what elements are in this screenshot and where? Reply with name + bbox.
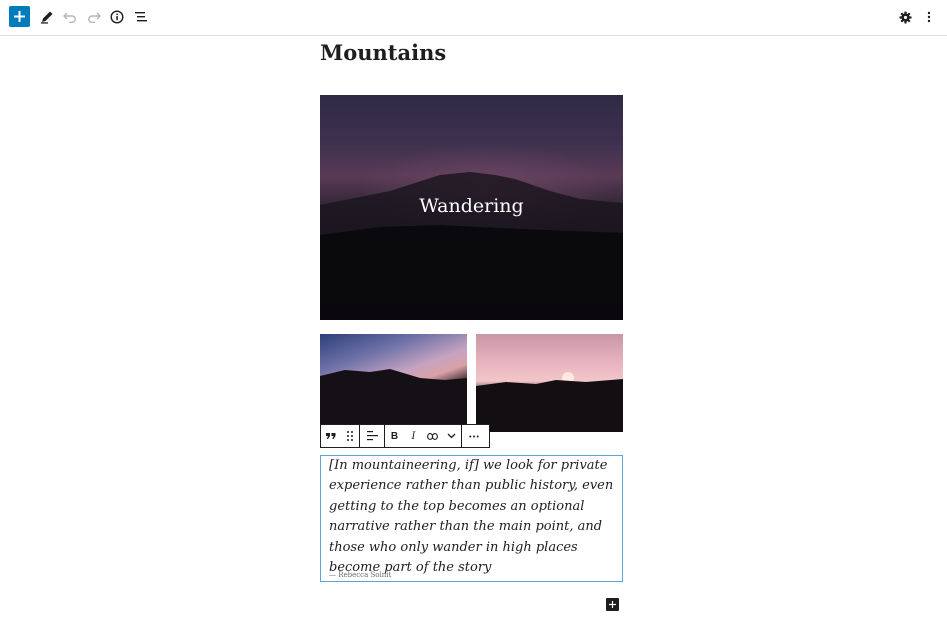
quote-block[interactable]: [In mountaineering, if] we look for priv… <box>320 455 623 582</box>
link-icon <box>427 432 438 440</box>
gear-icon <box>898 10 912 24</box>
italic-icon: I <box>411 430 416 442</box>
drag-handle-button[interactable] <box>340 425 359 447</box>
options-button[interactable] <box>918 6 940 28</box>
quote-text[interactable]: [In mountaineering, if] we look for priv… <box>329 456 614 578</box>
tools-button[interactable] <box>36 6 58 28</box>
options-group <box>462 425 486 447</box>
mountain-silhouette <box>320 369 467 432</box>
redo-button[interactable] <box>83 6 105 28</box>
settings-button[interactable] <box>894 6 916 28</box>
info-icon <box>110 10 124 24</box>
details-button[interactable] <box>106 6 128 28</box>
plus-icon <box>609 601 616 608</box>
bold-icon: B <box>390 430 399 442</box>
quote-icon <box>325 433 335 439</box>
align-button[interactable] <box>360 425 384 447</box>
plus-icon <box>14 11 25 22</box>
undo-button[interactable] <box>59 6 81 28</box>
redo-icon <box>88 12 101 23</box>
gallery-image-1[interactable] <box>320 334 467 432</box>
post-title[interactable]: Mountains <box>320 38 630 68</box>
more-horizontal-icon <box>469 435 479 437</box>
italic-button[interactable]: I <box>404 425 423 447</box>
more-vertical-icon <box>927 11 931 23</box>
block-options-button[interactable] <box>462 425 486 447</box>
bold-button[interactable]: B <box>385 425 404 447</box>
link-button[interactable] <box>423 425 442 447</box>
pencil-icon <box>41 11 53 24</box>
alignment-group <box>360 425 385 447</box>
align-icon <box>366 431 378 441</box>
quote-citation[interactable]: — Rebecca Solnit <box>329 571 391 579</box>
list-view-icon <box>135 12 147 22</box>
drag-handle-icon <box>346 431 353 441</box>
undo-icon <box>63 12 76 23</box>
cover-title[interactable]: Wandering <box>320 195 623 217</box>
block-toolbar: B I <box>320 424 490 448</box>
formatting-group: B I <box>385 425 462 447</box>
list-view-button[interactable] <box>130 6 152 28</box>
mountain-silhouette <box>476 372 623 432</box>
block-inserter-button[interactable] <box>606 598 619 611</box>
add-block-button[interactable] <box>9 6 30 27</box>
block-type-group <box>321 425 360 447</box>
more-formatting-button[interactable] <box>442 425 461 447</box>
editor-toolbar <box>0 0 947 36</box>
cover-block[interactable]: Wandering <box>320 95 623 320</box>
gallery-image-2[interactable] <box>476 334 623 432</box>
chevron-down-icon <box>447 433 456 439</box>
quote-block-button[interactable] <box>321 425 340 447</box>
